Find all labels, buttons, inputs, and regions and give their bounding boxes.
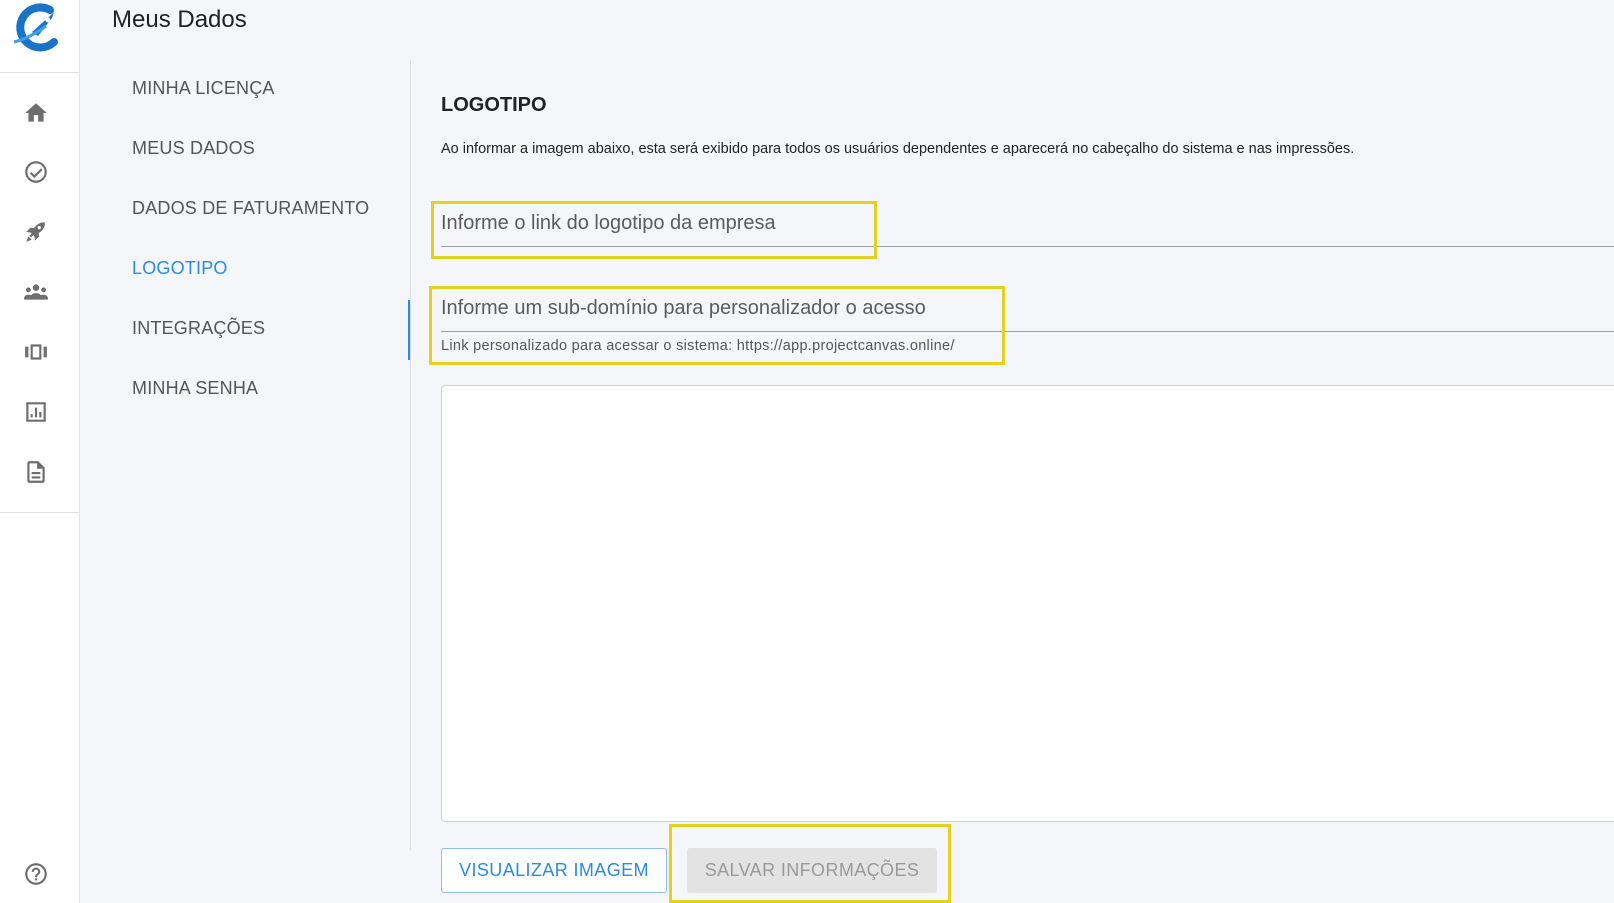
active-tab-indicator: [408, 300, 410, 360]
subnav-item-logotipo[interactable]: LOGOTIPO: [132, 258, 228, 279]
people-icon[interactable]: [22, 278, 50, 306]
page-title: Meus Dados: [112, 6, 247, 33]
subnav-item-meus-dados[interactable]: MEUS DADOS: [132, 138, 255, 159]
subdomain-input[interactable]: [441, 297, 1614, 320]
subdomain-field: [441, 297, 1614, 332]
app-logo[interactable]: [10, 2, 66, 54]
logo-icon: [13, 3, 58, 52]
check-circle-icon[interactable]: [22, 158, 50, 186]
rocket-icon[interactable]: [22, 218, 50, 246]
logo-link-input[interactable]: [441, 212, 1614, 235]
help-icon[interactable]: [22, 860, 50, 888]
section-title: LOGOTIPO: [441, 94, 547, 116]
subnav-item-minha-senha[interactable]: MINHA SENHA: [132, 378, 258, 399]
logo-link-field: [441, 212, 1614, 247]
section-description: Ao informar a imagem abaixo, esta será e…: [441, 141, 1355, 157]
subdomain-helper-text: Link personalizado para acessar o sistem…: [441, 338, 955, 354]
rail-divider: [0, 72, 80, 73]
document-icon[interactable]: [22, 458, 50, 486]
carousel-icon[interactable]: [22, 338, 50, 366]
subnav-item-integracoes[interactable]: INTEGRAÇÕES: [132, 318, 265, 339]
rail-divider: [0, 512, 80, 513]
chart-icon[interactable]: [22, 398, 50, 426]
subnav-item-minha-licenca[interactable]: MINHA LICENÇA: [132, 78, 275, 99]
icon-rail: [0, 0, 80, 903]
logo-preview-area: [441, 385, 1614, 822]
app-root: Meus Dados MINHA LICENÇA MEUS DADOS DADO…: [0, 0, 1614, 903]
subnav-item-dados-de-faturamento[interactable]: DADOS DE FATURAMENTO: [132, 198, 369, 219]
home-icon[interactable]: [22, 99, 50, 127]
view-image-button[interactable]: VISUALIZAR IMAGEM: [441, 848, 667, 893]
settings-subnav: MINHA LICENÇA MEUS DADOS DADOS DE FATURA…: [80, 60, 411, 850]
save-info-button[interactable]: SALVAR INFORMAÇÕES: [687, 848, 937, 893]
